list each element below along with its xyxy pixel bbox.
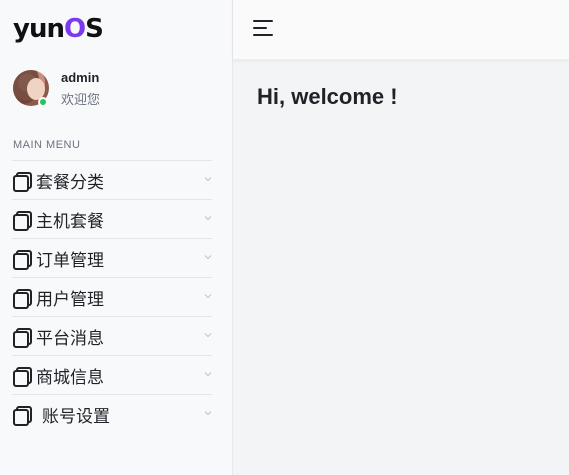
- menu-item-label: 主机套餐: [36, 211, 104, 232]
- logo-text-o: O: [63, 14, 86, 44]
- chevron-down-icon: [204, 292, 212, 300]
- copy-icon: [13, 289, 32, 309]
- logo-text-yun: yun: [13, 14, 65, 44]
- chevron-down-icon: [204, 370, 212, 378]
- user-greeting: 欢迎您: [61, 92, 101, 107]
- menu-item-label: 平台消息: [36, 328, 104, 349]
- menu-toggle-icon[interactable]: [253, 18, 275, 38]
- copy-icon: [13, 172, 32, 192]
- chevron-down-icon: [204, 175, 212, 183]
- online-status-dot: [38, 97, 48, 107]
- menu-item-store-info[interactable]: 商城信息: [12, 355, 212, 394]
- menu-section-title: MAIN MENU: [13, 139, 81, 151]
- menu-item-label: 账号设置: [42, 406, 110, 427]
- copy-icon: [13, 250, 32, 270]
- menu-item-host-package[interactable]: 主机套餐: [12, 199, 212, 238]
- user-profile[interactable]: admin 欢迎您: [13, 70, 213, 108]
- main-menu: 套餐分类 主机套餐 订单管理 用户管理 平台消息 商城信息 账号设置: [12, 160, 212, 433]
- menu-item-label: 商城信息: [36, 367, 104, 388]
- menu-item-label: 用户管理: [36, 289, 104, 310]
- top-bar: [233, 0, 569, 60]
- sidebar: yun O S admin 欢迎您 MAIN MENU 套餐分类 主机套餐 订单…: [0, 0, 233, 475]
- menu-item-user-management[interactable]: 用户管理: [12, 277, 212, 316]
- menu-item-order-management[interactable]: 订单管理: [12, 238, 212, 277]
- menu-item-label: 订单管理: [36, 250, 104, 271]
- main-content: Hi, welcome !: [233, 61, 569, 475]
- menu-item-label: 套餐分类: [36, 172, 104, 193]
- copy-icon: [13, 367, 32, 387]
- app-root: yun O S admin 欢迎您 MAIN MENU 套餐分类 主机套餐 订单…: [0, 0, 569, 475]
- welcome-heading: Hi, welcome !: [257, 84, 398, 109]
- menu-item-platform-messages[interactable]: 平台消息: [12, 316, 212, 355]
- copy-icon: [13, 211, 32, 231]
- menu-item-account-settings[interactable]: 账号设置: [12, 394, 212, 433]
- chevron-down-icon: [204, 409, 212, 417]
- chevron-down-icon: [204, 214, 212, 222]
- menu-item-package-category[interactable]: 套餐分类: [12, 160, 212, 199]
- logo-text-s: S: [85, 14, 104, 44]
- copy-icon: [13, 406, 32, 426]
- copy-icon: [13, 328, 32, 348]
- user-name: admin: [61, 70, 100, 85]
- chevron-down-icon: [204, 331, 212, 339]
- logo[interactable]: yun O S: [13, 12, 104, 46]
- chevron-down-icon: [204, 253, 212, 261]
